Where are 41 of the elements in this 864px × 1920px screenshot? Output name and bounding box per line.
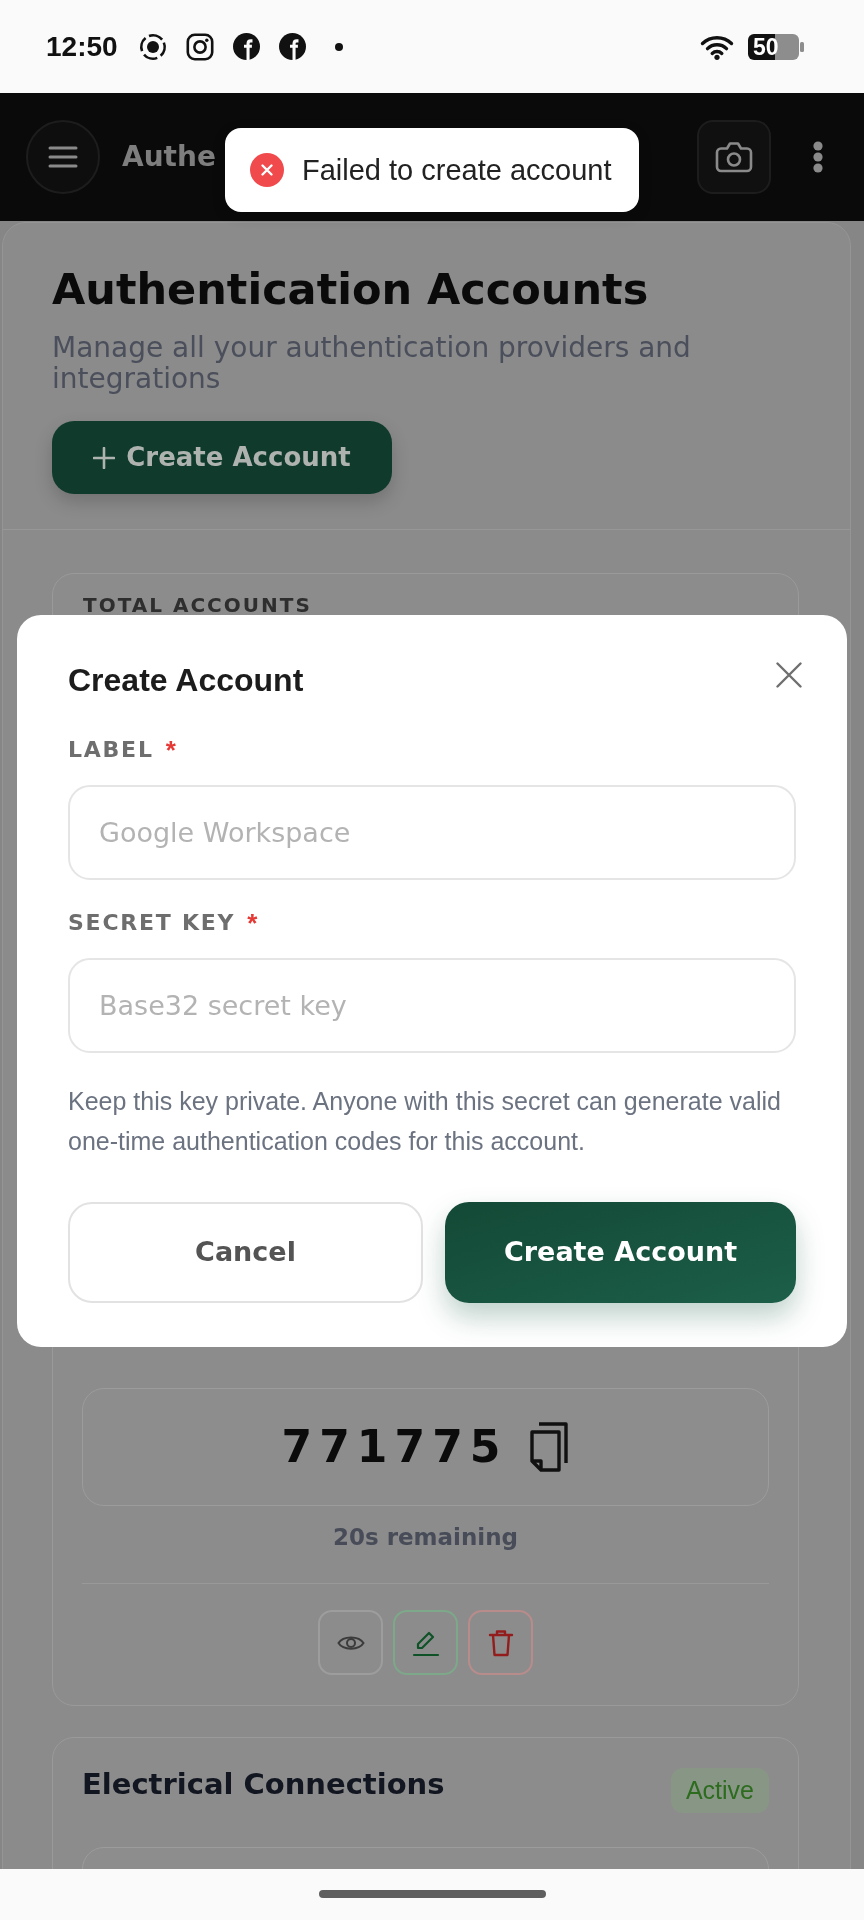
close-icon[interactable] [776, 662, 802, 688]
f-circle-icon [232, 33, 260, 60]
trash-icon [487, 1628, 514, 1657]
plus-icon [93, 446, 116, 469]
stats-label: TOTAL ACCOUNTS [83, 594, 312, 616]
dialog-title: Create Account [68, 662, 304, 698]
text-input[interactable]: Base32 secret key [68, 958, 796, 1053]
camera-icon [715, 141, 753, 173]
app-title: Authe [122, 139, 216, 175]
page-subtitle: Manage all your authentication providers and integrations [52, 332, 692, 394]
battery-percent: 50 [753, 34, 779, 59]
delete-button[interactable] [468, 1610, 533, 1675]
cancel-button[interactable]: Cancel [68, 1202, 423, 1303]
view-button[interactable] [318, 1610, 383, 1675]
f-circle-icon [278, 33, 306, 60]
square-camera-icon [185, 32, 214, 61]
status-badge: Active [670, 1768, 769, 1813]
help-text: Keep this key private. Anyone with this secret can generate valid one-time authentication codes for this account. [68, 1086, 782, 1157]
copy-icon[interactable] [529, 1421, 570, 1473]
text-input[interactable]: Google Workspace [68, 785, 796, 880]
toast-message: Failed to create account [302, 153, 612, 187]
edit-button[interactable] [393, 1610, 458, 1675]
status-time: 12:50 [46, 32, 118, 61]
time-remaining: 20s remaining [332, 1523, 519, 1551]
field-label: LABEL [68, 736, 154, 764]
page-title: Authentication Accounts [52, 263, 649, 315]
otp-code: 771775 [281, 1421, 508, 1473]
create-account-button[interactable]: Create Account [52, 421, 392, 494]
camera-button[interactable] [697, 120, 771, 194]
account-title: Electrical Connections [82, 1766, 445, 1802]
field-label: SECRET KEY [68, 909, 236, 937]
required-mark: * [165, 736, 176, 764]
create-button[interactable]: Create Account [445, 1202, 796, 1303]
required-mark: * [247, 909, 258, 937]
screen-record-icon [138, 32, 167, 61]
notification-dot-icon [334, 42, 343, 51]
menu-icon [48, 146, 78, 168]
more-icon[interactable] [813, 141, 823, 173]
error-icon [250, 153, 284, 187]
wifi-icon [700, 33, 734, 60]
battery-icon [748, 33, 804, 60]
